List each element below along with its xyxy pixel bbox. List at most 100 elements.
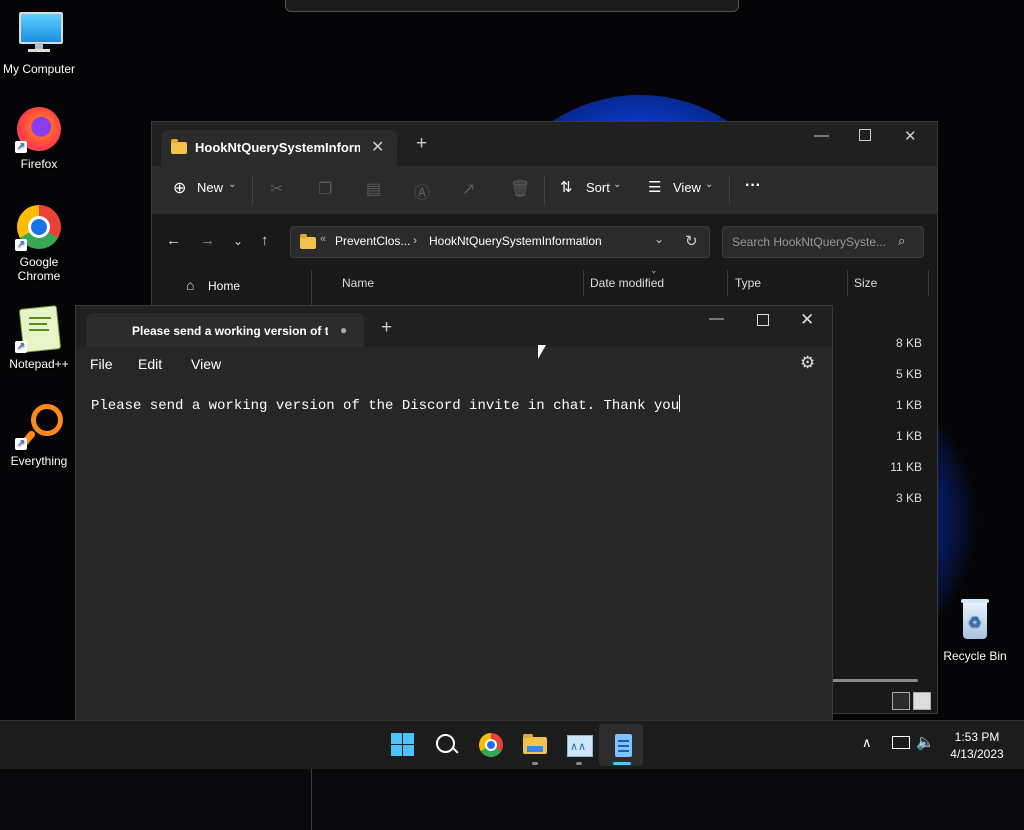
rename-icon[interactable]: Ⓐ [414, 179, 430, 203]
sort-button[interactable]: Sort [586, 180, 610, 195]
notepad-tab[interactable]: Please send a working version of th ● [86, 313, 364, 347]
cut-icon[interactable]: ✂ [270, 179, 283, 199]
column-header-name[interactable]: Name [342, 276, 374, 290]
network-icon[interactable] [892, 736, 910, 749]
forward-arrow-icon[interactable]: → [200, 232, 215, 249]
menu-view[interactable]: View [191, 356, 221, 372]
desktop-icon-label: Everything [10, 454, 68, 468]
desktop-icon-notepadpp[interactable]: ↗ Notepad++ [1, 305, 77, 371]
chevron-down-icon: ⌄ [228, 179, 237, 190]
chrome-icon[interactable] [476, 730, 506, 760]
gear-icon[interactable]: ⚙ [800, 353, 815, 373]
desktop-icon-recycle-bin[interactable]: ♻ Recycle Bin [937, 597, 1013, 663]
address-bar[interactable]: « PreventClos... › HookNtQuerySystemInfo… [290, 226, 710, 258]
delete-icon[interactable]: 🗑 [510, 179, 530, 199]
chevron-down-icon: ⌄ [613, 179, 622, 190]
explorer-tab[interactable]: HookNtQuerySystemInformat ✕ [161, 130, 397, 166]
running-indicator [532, 762, 538, 765]
recent-chevron-icon[interactable]: ⌄ [233, 234, 243, 248]
sidebar-item-home[interactable]: Home [208, 279, 240, 293]
minimize-icon[interactable]: — [709, 310, 724, 327]
menu-file[interactable]: File [90, 356, 113, 372]
shortcut-arrow-icon: ↗ [15, 341, 27, 353]
tiles-view-icon[interactable] [913, 692, 931, 710]
breadcrumb-parent[interactable]: PreventClos... [335, 234, 410, 248]
task-manager-icon[interactable]: ∧∧ [564, 730, 594, 760]
notepad-window: Please send a working version of th ● + … [75, 305, 833, 722]
desktop-icon-label: Firefox [20, 157, 58, 171]
explorer-command-bar: ⊕ New ⌄ ✂ ❐ ▤ Ⓐ ↗ 🗑 ⇅ Sort ⌄ ☰ View ⌄ ··… [152, 166, 937, 214]
new-tab-icon[interactable]: + [416, 133, 427, 155]
explorer-tab-title: HookNtQuerySystemInformat [195, 140, 360, 155]
monitor-icon [15, 10, 63, 58]
new-button[interactable]: New [197, 180, 223, 195]
taskbar: ∧∧ ∧ 🔈 1:53 PM 4/13/2023 [0, 720, 1024, 769]
new-tab-icon[interactable]: + [381, 317, 392, 339]
file-explorer-icon[interactable] [520, 730, 550, 760]
close-window-icon[interactable]: ✕ [904, 127, 917, 145]
copy-icon[interactable]: ❐ [318, 179, 332, 199]
divider [544, 176, 545, 204]
breadcrumb-current[interactable]: HookNtQuerySystemInformation [429, 234, 602, 248]
document-text: Please send a working version of the Dis… [91, 398, 680, 414]
maximize-icon[interactable] [859, 129, 871, 141]
desktop-icon-everything[interactable]: ↗ Everything [1, 402, 77, 468]
menu-edit[interactable]: Edit [138, 356, 162, 372]
recycle-bin-icon: ♻ [951, 597, 999, 645]
desktop-icon-label: Notepad++ [9, 357, 69, 371]
maximize-icon[interactable] [757, 314, 769, 326]
search-icon: ⌕ [898, 233, 906, 248]
column-header-size[interactable]: Size [854, 276, 877, 290]
divider [729, 176, 730, 204]
search-placeholder: Search HookNtQuerySyste... [732, 235, 887, 249]
clock-date[interactable]: 4/13/2023 [944, 747, 1010, 761]
desktop-icon-label: Recycle Bin [943, 649, 1007, 663]
folder-icon [300, 234, 316, 249]
desktop-icon-firefox[interactable]: ↗ Firefox [1, 105, 77, 171]
view-lines-icon: ☰ [648, 179, 662, 196]
chrome-icon: ↗ [15, 203, 63, 251]
chevron-down-icon: ⌄ [705, 179, 714, 190]
view-button[interactable]: View [673, 180, 701, 195]
search-icon[interactable] [432, 730, 462, 760]
close-tab-icon[interactable]: ✕ [371, 137, 384, 157]
firefox-icon: ↗ [15, 105, 63, 153]
notepad-icon[interactable] [608, 730, 638, 760]
volume-icon[interactable]: 🔈 [916, 733, 935, 751]
shortcut-arrow-icon: ↗ [15, 239, 27, 251]
chevron-up-icon[interactable]: ∧ [862, 735, 872, 751]
paste-icon[interactable]: ▤ [366, 179, 381, 199]
chevron-down-icon[interactable]: ⌄ [654, 232, 664, 246]
home-icon: ⌂ [186, 277, 195, 293]
unsaved-dot-icon: ● [340, 323, 348, 337]
sort-chevron-icon: ⌄ [650, 265, 658, 275]
up-arrow-icon[interactable]: ↑ [261, 232, 269, 249]
close-window-icon[interactable]: ✕ [800, 310, 814, 330]
magnifier-icon: ↗ [15, 402, 63, 450]
text-caret [679, 395, 681, 412]
column-header-type[interactable]: Type [735, 276, 761, 290]
desktop-icon-label: Google Chrome [17, 255, 61, 283]
notepad-menu-bar: File Edit View ⚙ [76, 347, 832, 382]
desktop-icon-my-computer[interactable]: My Computer [1, 10, 77, 76]
sort-icon: ⇅ [560, 179, 573, 196]
horizontal-scrollbar[interactable] [832, 679, 918, 682]
notepad-text-area[interactable]: Please send a working version of the Dis… [91, 395, 681, 414]
search-input[interactable]: Search HookNtQuerySyste... ⌕ [722, 226, 924, 258]
refresh-icon[interactable]: ↻ [685, 232, 698, 250]
minimize-icon[interactable]: — [814, 127, 829, 144]
column-divider [583, 270, 584, 296]
desktop-icon-chrome[interactable]: ↗ Google Chrome [1, 203, 77, 283]
column-header-date-modified[interactable]: Date modified [590, 276, 664, 290]
top-window-edge [285, 0, 739, 12]
column-divider [727, 270, 728, 296]
details-view-icon[interactable] [892, 692, 910, 710]
share-icon[interactable]: ↗ [462, 179, 475, 199]
more-options-button[interactable]: ··· [745, 177, 761, 195]
column-divider [928, 270, 929, 296]
back-arrow-icon[interactable]: ← [166, 232, 181, 249]
shortcut-arrow-icon: ↗ [15, 438, 27, 450]
clock-time[interactable]: 1:53 PM [944, 730, 1010, 744]
start-button[interactable] [388, 730, 418, 760]
file-size: 1 KB [895, 429, 922, 443]
